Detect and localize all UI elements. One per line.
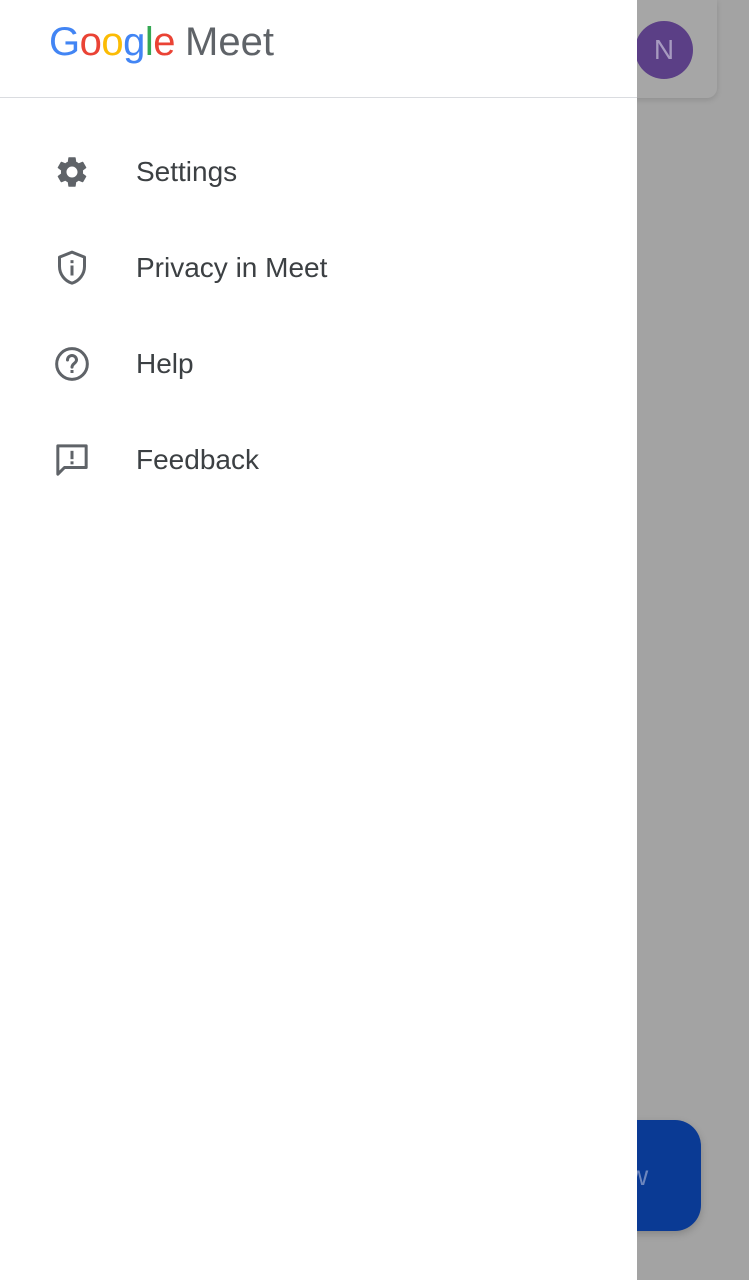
menu-item-help[interactable]: Help [0, 314, 637, 410]
screen: N w Google Meet Settings Privacy in Meet… [0, 0, 749, 1280]
menu-item-label: Settings [136, 156, 238, 187]
logo-letter: g [123, 20, 145, 64]
help-circle-icon [52, 344, 92, 384]
menu-item-label: Privacy in Meet [136, 252, 328, 283]
menu-item-privacy[interactable]: Privacy in Meet [0, 218, 637, 314]
menu-item-settings[interactable]: Settings [0, 122, 637, 218]
logo-letter: e [153, 20, 176, 64]
google-meet-logo: Google Meet [49, 20, 274, 70]
drawer-header: Google Meet [0, 0, 637, 98]
logo-letter: l [144, 20, 154, 64]
product-name: Meet [185, 20, 274, 64]
logo-letter: o [101, 20, 124, 64]
shield-info-icon [52, 248, 92, 288]
gear-icon [52, 152, 92, 192]
logo-letter: o [79, 20, 102, 64]
menu-item-feedback[interactable]: Feedback [0, 410, 637, 506]
feedback-icon [52, 440, 92, 480]
menu-item-label: Help [136, 348, 194, 379]
logo-letter: G [49, 20, 80, 64]
account-avatar[interactable]: N [635, 21, 693, 79]
google-wordmark: Google [49, 20, 176, 65]
drawer-menu: Settings Privacy in Meet Help Feedback [0, 122, 637, 506]
navigation-drawer: Google Meet Settings Privacy in Meet Hel… [0, 0, 637, 1280]
menu-item-label: Feedback [136, 444, 259, 475]
